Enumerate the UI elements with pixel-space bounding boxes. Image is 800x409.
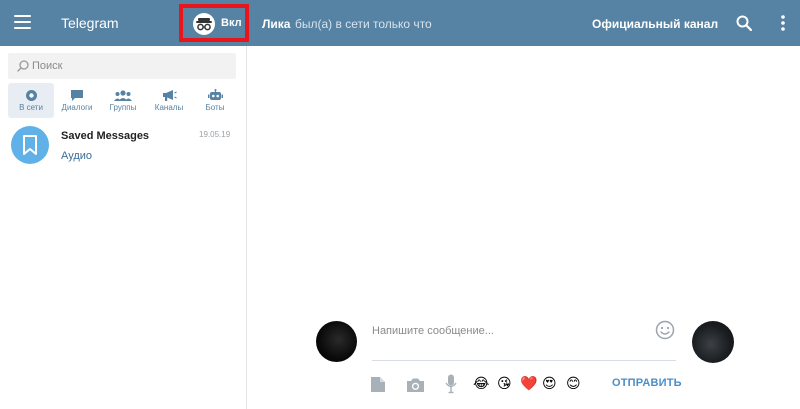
tab-label: Диалоги — [61, 103, 93, 112]
chat-bubble-icon — [71, 90, 83, 101]
emoji-kiss[interactable]: 😘 — [497, 375, 512, 393]
attach-file-icon[interactable] — [370, 376, 386, 393]
peer-name[interactable]: Лика — [262, 17, 290, 31]
app-title: Telegram — [61, 15, 119, 31]
microphone-icon[interactable] — [445, 374, 457, 394]
emoji-heart[interactable]: ❤️ — [520, 375, 537, 393]
my-avatar[interactable] — [316, 321, 357, 362]
smile-icon[interactable] — [655, 320, 675, 340]
tab-label: В сети — [19, 103, 43, 112]
peer-avatar[interactable] — [692, 321, 734, 363]
online-dot-icon — [25, 90, 37, 101]
emoji-heart-eyes[interactable]: 😍 — [542, 375, 557, 393]
emoji-joy[interactable]: 😂 — [473, 375, 489, 393]
send-button[interactable]: ОТПРАВИТЬ — [612, 377, 682, 389]
incognito-icon[interactable] — [193, 13, 215, 35]
robot-icon — [207, 89, 223, 100]
camera-icon[interactable] — [406, 377, 425, 393]
telegram-window: Telegram Вкл Лика был(а) в сети только ч… — [0, 0, 800, 409]
tab-bots[interactable]: Боты — [192, 83, 238, 118]
emoji-smile[interactable]: 😊 — [566, 375, 581, 393]
tab-dialogs[interactable]: Диалоги — [54, 83, 100, 118]
peer-status: был(а) в сети только что — [295, 17, 432, 31]
chat-name: Saved Messages — [61, 130, 150, 142]
more-vert-icon[interactable] — [776, 14, 790, 32]
sidebar: В сети Диалоги Группы — [0, 46, 247, 409]
chat-preview: Аудио — [61, 150, 93, 162]
composer-divider — [372, 360, 676, 361]
menu-icon[interactable] — [14, 15, 31, 29]
search-box — [8, 53, 236, 79]
tab-online[interactable]: В сети — [8, 83, 54, 118]
filter-tabs: В сети Диалоги Группы Каналы Боты — [8, 83, 238, 118]
tab-label: Боты — [205, 103, 225, 112]
group-icon — [114, 90, 132, 101]
official-channel-link[interactable]: Официальный канал — [592, 17, 718, 31]
message-input[interactable] — [372, 316, 678, 346]
search-field-icon — [16, 59, 30, 73]
tab-label: Группы — [109, 103, 137, 112]
bookmark-icon — [23, 135, 37, 155]
saved-messages-avatar — [11, 126, 49, 164]
tab-groups[interactable]: Группы — [100, 83, 146, 118]
tab-channels[interactable]: Каналы — [146, 83, 192, 118]
chat-list-item[interactable]: Saved Messages 19.05.19 Аудио — [0, 126, 246, 176]
header-bar: Telegram Вкл Лика был(а) в сети только ч… — [0, 0, 800, 46]
incognito-toggle-label[interactable]: Вкл — [221, 17, 242, 29]
megaphone-icon — [162, 90, 177, 101]
search-input[interactable] — [32, 53, 232, 79]
chat-date: 19.05.19 — [199, 130, 231, 139]
search-icon[interactable] — [735, 14, 753, 32]
tab-label: Каналы — [154, 103, 184, 112]
